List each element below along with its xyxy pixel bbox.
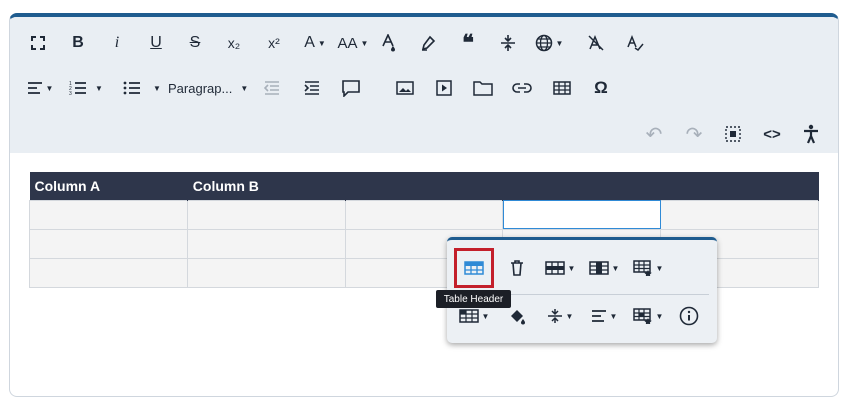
table-header-button[interactable] bbox=[454, 248, 494, 288]
indent-icon[interactable] bbox=[300, 74, 324, 102]
divider-icon[interactable] bbox=[496, 29, 520, 57]
video-icon[interactable] bbox=[432, 74, 456, 102]
chevron-down-icon: ▼ bbox=[555, 38, 564, 48]
table-columns-button[interactable]: ▼ bbox=[587, 253, 621, 283]
delete-table-icon[interactable] bbox=[505, 253, 529, 283]
chevron-down-icon: ▼ bbox=[481, 311, 490, 321]
table-header-cell[interactable]: Column A bbox=[29, 172, 188, 200]
table-icon[interactable] bbox=[550, 74, 574, 102]
table-header-row: Column A Column B bbox=[29, 172, 819, 200]
fullscreen-icon[interactable] bbox=[26, 29, 50, 57]
table-columns-icon bbox=[588, 261, 609, 275]
font-color-label: A bbox=[304, 34, 315, 51]
vertical-align-button[interactable]: ▼ bbox=[543, 301, 577, 331]
code-view-button[interactable]: <> bbox=[760, 120, 784, 148]
chevron-down-icon: ▼ bbox=[95, 83, 103, 93]
outdent-icon[interactable] bbox=[260, 74, 284, 102]
editor-toolbar: B i U S x₂ x² A ▼ AA ▼ ❝ ▼ ▼ 1 2 3 ▼ ▼ P… bbox=[10, 17, 838, 153]
chevron-down-icon: ▼ bbox=[360, 38, 369, 48]
image-icon[interactable] bbox=[393, 74, 417, 102]
globe-icon bbox=[535, 34, 552, 52]
selected-table-cell[interactable] bbox=[502, 199, 662, 230]
ordered-list-icon: 123 bbox=[69, 81, 87, 96]
align-left-icon bbox=[591, 310, 606, 322]
table-header-cell[interactable] bbox=[345, 172, 504, 200]
bold-button[interactable]: B bbox=[66, 29, 90, 57]
chevron-down-icon: ▼ bbox=[609, 311, 618, 321]
comment-icon[interactable] bbox=[338, 74, 364, 102]
paragraph-format-select[interactable]: Paragrap... ▼ bbox=[168, 74, 252, 102]
italic-button[interactable]: i bbox=[105, 29, 129, 57]
select-all-icon[interactable] bbox=[721, 120, 745, 148]
table-row bbox=[29, 199, 819, 230]
table-header-icon bbox=[464, 261, 484, 275]
chevron-down-icon: ▼ bbox=[655, 263, 664, 273]
remove-format-icon[interactable] bbox=[584, 29, 608, 57]
chevron-down-icon: ▼ bbox=[153, 83, 161, 93]
align-left-icon bbox=[27, 82, 42, 94]
cell-style-button[interactable]: ▼ bbox=[631, 301, 665, 331]
highlight-icon[interactable] bbox=[416, 29, 440, 57]
text-color-icon[interactable] bbox=[377, 29, 401, 57]
underline-button[interactable]: U bbox=[144, 29, 168, 57]
special-characters-button[interactable]: Ω bbox=[589, 74, 613, 102]
subscript-button[interactable]: x₂ bbox=[222, 29, 246, 57]
chevron-down-icon: ▼ bbox=[317, 38, 326, 48]
bullet-list-button[interactable]: ▼ bbox=[118, 74, 166, 102]
font-color-button[interactable]: A ▼ bbox=[300, 29, 330, 57]
superscript-button[interactable]: x² bbox=[261, 29, 287, 57]
align-button[interactable]: ▼ bbox=[24, 74, 56, 102]
table-cell[interactable] bbox=[344, 199, 504, 230]
horizontal-align-button[interactable]: ▼ bbox=[587, 301, 621, 331]
chevron-down-icon: ▼ bbox=[655, 311, 664, 321]
cell-style-icon bbox=[632, 308, 652, 324]
bullet-list-icon bbox=[123, 81, 141, 95]
chevron-down-icon: ▼ bbox=[567, 263, 576, 273]
chevron-down-icon: ▼ bbox=[565, 311, 574, 321]
table-rows-button[interactable]: ▼ bbox=[543, 253, 577, 283]
chevron-down-icon: ▼ bbox=[240, 83, 249, 93]
font-size-button[interactable]: AA ▼ bbox=[336, 29, 370, 57]
table-style-button[interactable]: ▼ bbox=[631, 253, 665, 283]
paragraph-format-label: Paragrap... bbox=[168, 80, 233, 96]
language-button[interactable]: ▼ bbox=[532, 29, 566, 57]
table-cell[interactable] bbox=[186, 199, 346, 230]
redo-button[interactable]: ↷ bbox=[682, 120, 706, 148]
table-rows-icon bbox=[544, 261, 565, 275]
accessibility-icon[interactable] bbox=[799, 120, 823, 148]
quote-button[interactable]: ❝ bbox=[456, 29, 480, 57]
table-style-icon bbox=[632, 260, 652, 276]
vertical-align-icon bbox=[547, 309, 562, 323]
svg-text:3: 3 bbox=[69, 91, 72, 96]
table-cell[interactable] bbox=[660, 199, 819, 230]
table-cell[interactable] bbox=[186, 257, 346, 288]
font-size-label: AA bbox=[337, 34, 358, 52]
table-cell-icon bbox=[458, 309, 479, 323]
undo-button[interactable]: ↶ bbox=[642, 120, 666, 148]
folder-icon[interactable] bbox=[471, 74, 495, 102]
chevron-down-icon: ▼ bbox=[611, 263, 620, 273]
table-cell[interactable] bbox=[29, 199, 188, 230]
table-header-cell[interactable]: Column B bbox=[187, 172, 346, 200]
table-cell[interactable] bbox=[186, 228, 346, 259]
table-header-cell[interactable] bbox=[502, 172, 662, 200]
table-cell[interactable] bbox=[29, 228, 188, 259]
table-header-cell[interactable] bbox=[660, 172, 819, 200]
link-icon[interactable] bbox=[510, 74, 534, 102]
info-icon[interactable] bbox=[677, 301, 701, 331]
table-cell[interactable] bbox=[29, 257, 188, 288]
ordered-list-button[interactable]: 1 2 3 ▼ bbox=[66, 74, 106, 102]
strikethrough-button[interactable]: S bbox=[183, 29, 207, 57]
tooltip: Table Header bbox=[436, 290, 511, 308]
spell-check-icon[interactable] bbox=[623, 29, 647, 57]
chevron-down-icon: ▼ bbox=[45, 83, 54, 93]
